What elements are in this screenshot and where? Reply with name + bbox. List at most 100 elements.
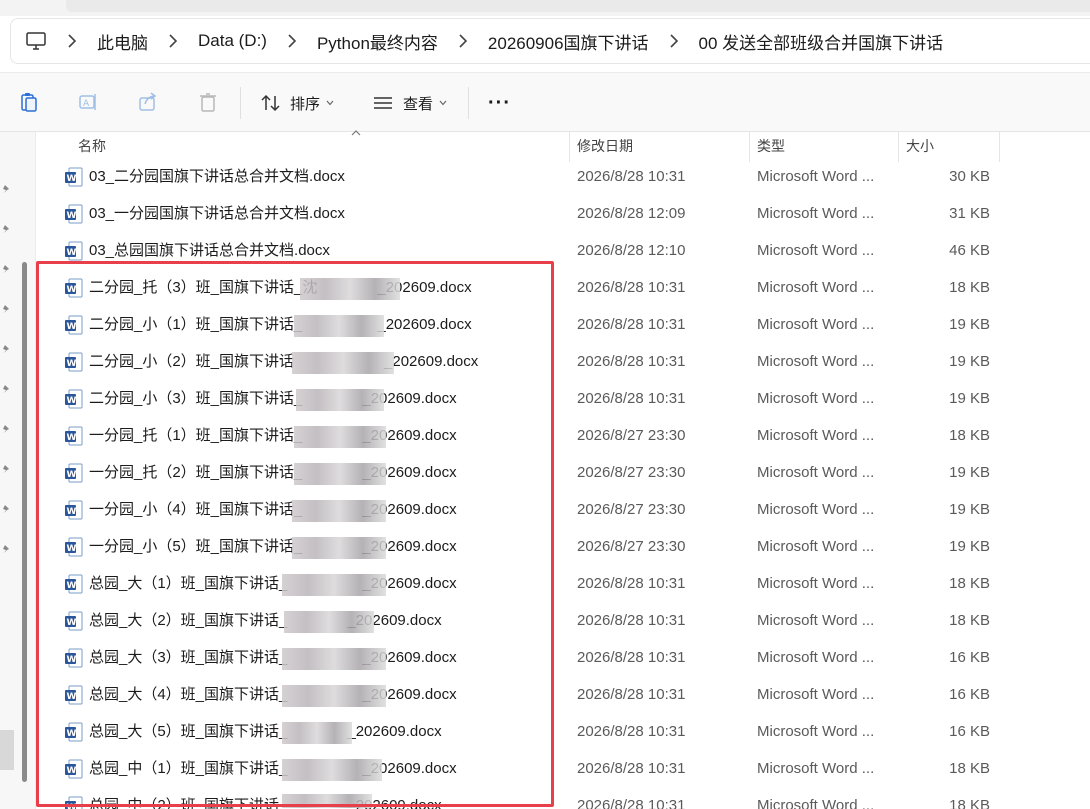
file-size: 18 KB <box>949 279 990 296</box>
paste-icon[interactable] <box>18 91 40 113</box>
svg-text:W: W <box>67 655 77 665</box>
pin-icon[interactable] <box>2 304 12 314</box>
nav-selected-item[interactable] <box>0 730 14 770</box>
redaction-blur <box>282 794 372 808</box>
file-row[interactable]: W 二分园_小（3）班_国旗下讲话_ _202609.docx 2026/8/2… <box>36 380 1090 417</box>
column-header-type[interactable]: 类型 <box>757 132 785 160</box>
column-header-size[interactable]: 大小 <box>906 132 934 160</box>
redaction-blur <box>300 278 400 300</box>
file-name: 一分园_托（1）班_国旗下讲话_ _202609.docx <box>89 427 457 444</box>
svg-text:W: W <box>67 692 77 702</box>
more-icon[interactable]: ··· <box>488 91 511 115</box>
pin-icon[interactable] <box>2 544 12 554</box>
svg-text:W: W <box>67 433 77 443</box>
file-name: 二分园_小（1）班_国旗下讲话_ _202609.docx <box>89 316 472 333</box>
file-date: 2026/8/28 10:31 <box>577 686 686 703</box>
pin-icon[interactable] <box>2 224 12 234</box>
pin-icon[interactable] <box>2 384 12 394</box>
redaction-blur <box>282 722 352 744</box>
nav-scrollbar[interactable] <box>22 262 27 782</box>
file-size: 19 KB <box>949 501 990 518</box>
file-row[interactable]: W 03_总园国旗下讲话总合并文档.docx 2026/8/28 12:10 M… <box>36 232 1090 269</box>
file-name: 总园_大（1）班_国旗下讲话_ _202609.docx <box>89 575 457 592</box>
navigation-pane[interactable] <box>0 132 36 809</box>
file-row[interactable]: W 总园_中（1）班_国旗下讲话_ _202609.docx 2026/8/28… <box>36 750 1090 787</box>
file-name: 二分园_小（2）班_国旗下讲话 _202609.docx <box>89 353 479 370</box>
column-header-date[interactable]: 修改日期 <box>577 132 633 160</box>
chevron-right-icon[interactable] <box>458 34 468 48</box>
file-row[interactable]: W 总园_大（5）班_国旗下讲话_ _202609.docx 2026/8/28… <box>36 713 1090 750</box>
breadcrumb-item[interactable]: 20260906国旗下讲话 <box>438 29 649 54</box>
word-file-icon: W <box>65 463 83 483</box>
word-file-icon: W <box>65 204 83 224</box>
breadcrumb-item[interactable]: Python最终内容 <box>267 29 438 54</box>
file-name: 03_一分园国旗下讲话总合并文档.docx <box>89 205 345 222</box>
file-size: 31 KB <box>949 205 990 222</box>
pin-icon[interactable] <box>2 184 12 194</box>
file-name: 二分园_小（3）班_国旗下讲话_ _202609.docx <box>89 390 457 407</box>
file-row[interactable]: W 一分园_托（2）班_国旗下讲话_ _202609.docx 2026/8/2… <box>36 454 1090 491</box>
redaction-blur <box>296 389 384 411</box>
file-type: Microsoft Word ... <box>757 353 875 370</box>
file-row[interactable]: W 总园_中（2）班_国旗下讲话_ _202609.docx 2026/8/28… <box>36 787 1090 809</box>
file-row[interactable]: W 03_二分园国旗下讲话总合并文档.docx 2026/8/28 10:31 … <box>36 158 1090 195</box>
file-size: 18 KB <box>949 760 990 777</box>
redaction-blur <box>292 537 386 559</box>
word-file-icon: W <box>65 685 83 705</box>
share-icon[interactable] <box>137 91 159 113</box>
chevron-right-icon[interactable] <box>287 34 297 48</box>
svg-text:W: W <box>67 285 77 295</box>
file-row[interactable]: W 一分园_小（5）班_国旗下讲话_ _202609.docx 2026/8/2… <box>36 528 1090 565</box>
breadcrumb-label[interactable]: 00 发送全部班级合并国旗下讲话 <box>699 29 944 54</box>
breadcrumb-item[interactable]: 此电脑 <box>61 29 148 54</box>
file-row[interactable]: W 一分园_小（4）班_国旗下讲话_ _202609.docx 2026/8/2… <box>36 491 1090 528</box>
view-button[interactable]: 查看 <box>372 91 447 115</box>
breadcrumb-label[interactable]: 此电脑 <box>97 29 148 54</box>
file-row[interactable]: W 二分园_小（1）班_国旗下讲话_ _202609.docx 2026/8/2… <box>36 306 1090 343</box>
pin-icon[interactable] <box>2 344 12 354</box>
breadcrumb-label[interactable]: 20260906国旗下讲话 <box>488 29 649 54</box>
computer-icon[interactable] <box>25 30 47 52</box>
file-row[interactable]: W 总园_大（3）班_国旗下讲话_ _202609.docx 2026/8/28… <box>36 639 1090 676</box>
file-type: Microsoft Word ... <box>757 316 875 333</box>
chevron-right-icon[interactable] <box>669 34 679 48</box>
word-file-icon: W <box>65 537 83 557</box>
column-header-name[interactable]: 名称 <box>78 132 106 160</box>
file-row[interactable]: W 一分园_托（1）班_国旗下讲话_ _202609.docx 2026/8/2… <box>36 417 1090 454</box>
word-file-icon: W <box>65 611 83 631</box>
pin-icon[interactable] <box>2 424 12 434</box>
file-type: Microsoft Word ... <box>757 797 875 809</box>
view-icon <box>374 97 392 109</box>
pin-icon[interactable] <box>2 464 12 474</box>
breadcrumb-label[interactable]: Python最终内容 <box>317 29 438 54</box>
address-bar[interactable]: 此电脑 Data (D:) Python最终内容 20260906国旗下讲话 0… <box>10 18 1090 64</box>
sort-button[interactable]: 排序 <box>260 91 334 115</box>
delete-icon[interactable] <box>197 91 219 113</box>
file-type: Microsoft Word ... <box>757 427 875 444</box>
file-date: 2026/8/28 10:31 <box>577 316 686 333</box>
file-row[interactable]: W 总园_大（2）班_国旗下讲话_ _202609.docx 2026/8/28… <box>36 602 1090 639</box>
file-size: 19 KB <box>949 464 990 481</box>
file-type: Microsoft Word ... <box>757 538 875 555</box>
pin-icon[interactable] <box>2 264 12 274</box>
chevron-right-icon[interactable] <box>168 34 178 48</box>
file-name: 二分园_托（3）班_国旗下讲话_沈 _202609.docx <box>89 279 472 296</box>
chevron-right-icon[interactable] <box>67 34 77 48</box>
file-row[interactable]: W 二分园_托（3）班_国旗下讲话_沈 _202609.docx 2026/8/… <box>36 269 1090 306</box>
file-size: 18 KB <box>949 575 990 592</box>
file-row[interactable]: W 总园_大（1）班_国旗下讲话_ _202609.docx 2026/8/28… <box>36 565 1090 602</box>
file-date: 2026/8/28 12:09 <box>577 205 686 222</box>
file-row[interactable]: W 总园_大（4）班_国旗下讲话_ _202609.docx 2026/8/28… <box>36 676 1090 713</box>
word-file-icon: W <box>65 426 83 446</box>
breadcrumb-label[interactable]: Data (D:) <box>198 31 267 51</box>
file-date: 2026/8/27 23:30 <box>577 538 686 555</box>
file-size: 19 KB <box>949 316 990 333</box>
pin-icon[interactable] <box>2 504 12 514</box>
file-row[interactable]: W 二分园_小（2）班_国旗下讲话 _202609.docx 2026/8/28… <box>36 343 1090 380</box>
word-file-icon: W <box>65 796 83 809</box>
svg-text:W: W <box>67 174 77 184</box>
file-row[interactable]: W 03_一分园国旗下讲话总合并文档.docx 2026/8/28 12:09 … <box>36 195 1090 232</box>
rename-icon[interactable]: A <box>77 91 99 113</box>
breadcrumb-item[interactable]: Data (D:) <box>148 31 267 51</box>
breadcrumb-item[interactable]: 00 发送全部班级合并国旗下讲话 <box>649 29 944 54</box>
